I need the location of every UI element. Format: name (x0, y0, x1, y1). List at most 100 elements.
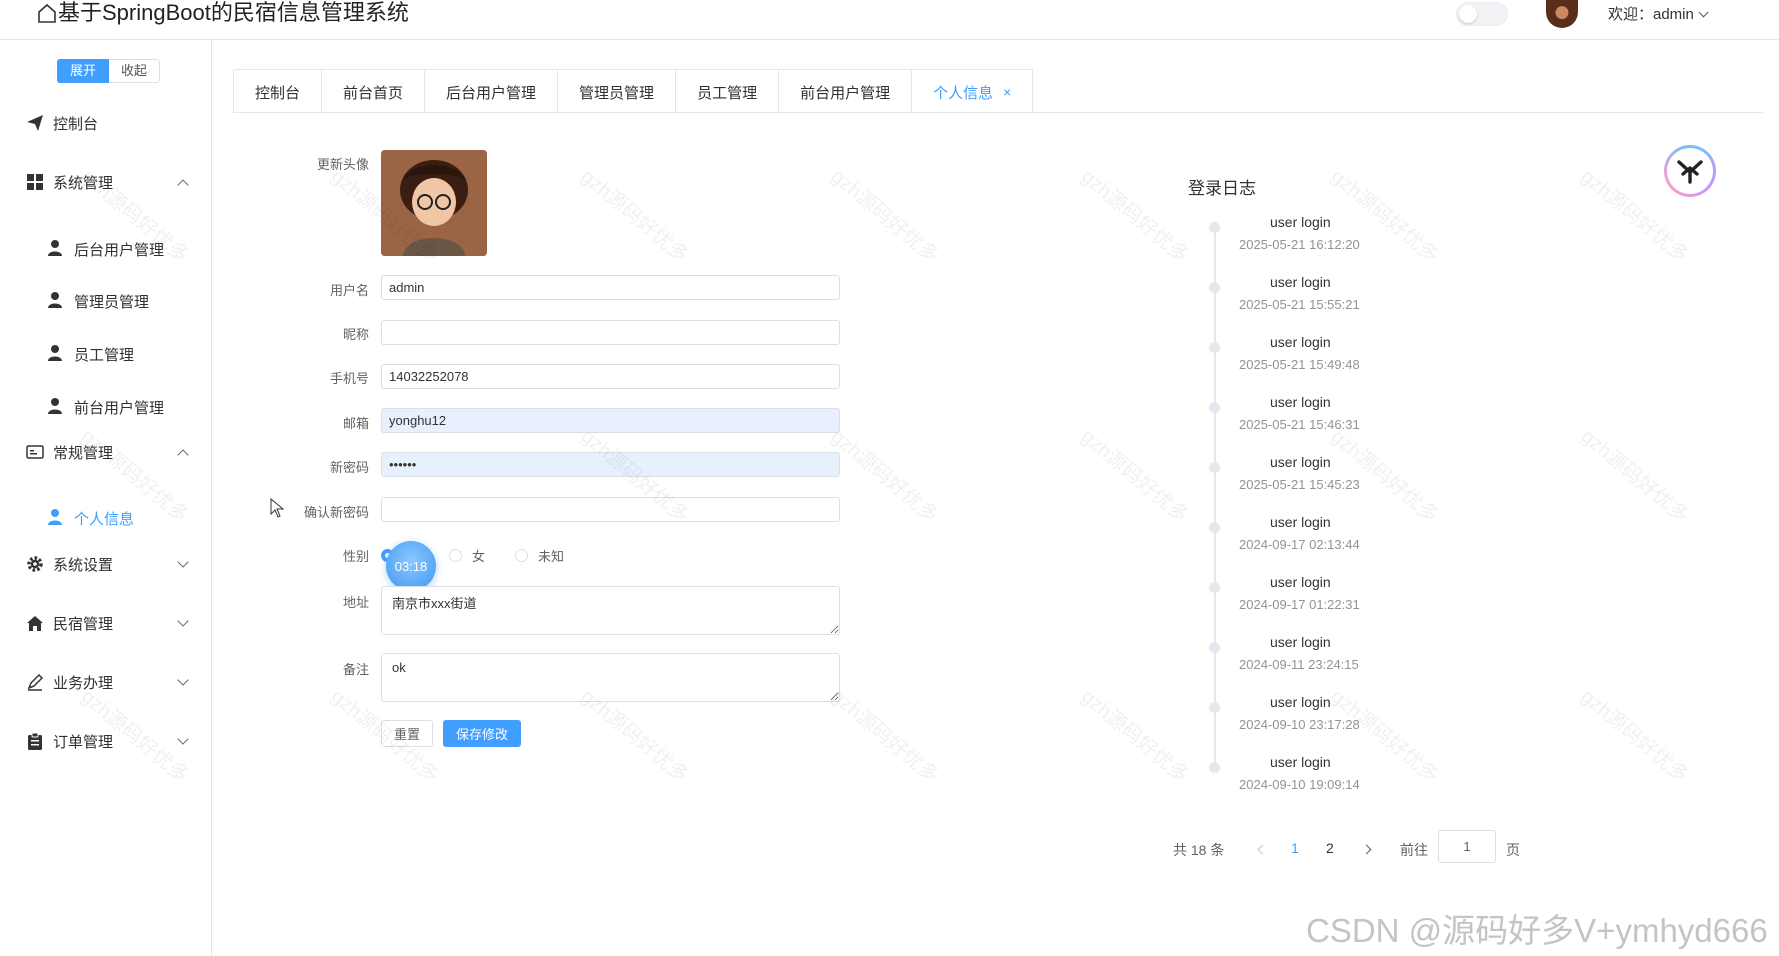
close-icon[interactable]: × (1003, 84, 1011, 100)
user-icon (48, 292, 62, 308)
collapse-button[interactable]: 收起 (109, 59, 161, 83)
welcome-text: 欢迎：admin (1608, 6, 1694, 23)
goto-label: 前往 (1400, 842, 1428, 858)
user-menu[interactable]: 欢迎：admin (1608, 3, 1709, 24)
log-message: user login (1270, 694, 1331, 710)
sidebar-item-label: 订单管理 (53, 733, 114, 751)
floating-timer-badge[interactable]: 03:18 (386, 541, 436, 591)
pen-icon (27, 673, 44, 691)
top-header: 基于SpringBoot的民宿信息管理系统 欢迎：admin (0, 0, 1779, 40)
log-time: 2025-05-21 15:49:48 (1239, 357, 1360, 372)
timeline-dot (1209, 462, 1220, 473)
phone-input[interactable] (381, 364, 840, 389)
sidebar-item-business[interactable]: 业务办理 (0, 662, 212, 702)
timeline-dot (1209, 762, 1220, 773)
page-2-button[interactable]: 2 (1326, 840, 1334, 856)
timeline-dot (1209, 582, 1220, 593)
nickname-label: 昵称 (342, 327, 369, 342)
reset-button[interactable]: 重置 (381, 720, 434, 747)
tab-divider (233, 112, 1763, 113)
chevron-right-icon[interactable] (1361, 844, 1372, 855)
username-input[interactable] (381, 275, 840, 300)
tab-label: 后台用户管理 (446, 84, 537, 102)
tab-label: 前台用户管理 (800, 84, 891, 102)
sidebar-item-system-mgmt[interactable]: 系统管理 (0, 162, 212, 202)
theme-toggle-knob (1459, 5, 1477, 23)
nickname-input[interactable] (381, 320, 840, 345)
tab-frontend-users[interactable]: 前台用户管理 (779, 70, 913, 114)
sidebar-item-staff-mgmt[interactable]: 员工管理 (0, 333, 212, 373)
csdn-watermark: CSDN @源码好多V+ymhyd666 (1306, 912, 1768, 949)
goto-page-input[interactable] (1438, 830, 1496, 863)
watermark-text: gzh源码好优多 (1076, 425, 1193, 528)
watermark-text: gzh源码好优多 (1576, 685, 1693, 788)
tab-backend-users[interactable]: 后台用户管理 (425, 70, 559, 114)
confirm-password-input[interactable] (381, 497, 840, 522)
timeline-dot (1209, 222, 1220, 233)
tab-front-home[interactable]: 前台首页 (322, 70, 426, 114)
save-button[interactable]: 保存修改 (443, 720, 522, 747)
sidebar-item-admin-mgmt[interactable]: 管理员管理 (0, 280, 212, 320)
sidebar-item-label: 系统管理 (53, 174, 114, 192)
watermark-text: gzh源码好优多 (826, 685, 943, 788)
log-message: user login (1270, 514, 1331, 530)
avatar-upload[interactable] (381, 150, 487, 256)
tab-staff-mgmt[interactable]: 员工管理 (676, 70, 780, 114)
tab-dashboard[interactable]: 控制台 (234, 70, 323, 114)
remark-textarea[interactable]: ok (381, 653, 840, 702)
sidebar-item-backend-users[interactable]: 后台用户管理 (0, 228, 212, 268)
logo-glyph-icon (1677, 160, 1703, 184)
page-tabs: 控制台 前台首页 后台用户管理 管理员管理 员工管理 前台用户管理 个人信息 × (233, 69, 1034, 114)
log-message: user login (1270, 634, 1331, 650)
expand-button[interactable]: 展开 (57, 59, 110, 83)
pagination-total: 共 18 条 (1173, 842, 1225, 858)
log-message: user login (1270, 574, 1331, 590)
tab-personal-info[interactable]: 个人信息 × (912, 70, 1033, 114)
sidebar-item-label: 业务办理 (53, 674, 114, 692)
new-password-label: 新密码 (329, 460, 369, 475)
timeline-item: user login 2024-09-17 02:13:44 (1208, 514, 1508, 574)
chevron-down-icon (177, 556, 189, 568)
sidebar-item-label: 系统设置 (53, 556, 114, 574)
tab-label: 前台首页 (343, 84, 404, 102)
user-icon (48, 398, 62, 414)
log-time: 2025-05-21 15:55:21 (1239, 297, 1360, 312)
timeline-item: user login 2024-09-11 23:24:15 (1208, 634, 1508, 694)
sidebar-item-label: 民宿管理 (53, 615, 114, 633)
timeline-item: user login 2024-09-10 23:17:28 (1208, 694, 1508, 754)
theme-toggle[interactable] (1456, 2, 1508, 26)
sidebar-item-dashboard[interactable]: 控制台 (0, 103, 212, 143)
sidebar-item-frontend-users[interactable]: 前台用户管理 (0, 386, 212, 426)
timeline-item: user login 2025-05-21 15:46:31 (1208, 394, 1508, 454)
radio-label: 女 (472, 549, 486, 564)
gender-radio-unknown[interactable]: 未知 (515, 546, 564, 565)
tab-admin-mgmt[interactable]: 管理员管理 (558, 70, 677, 114)
new-password-input[interactable] (381, 452, 840, 477)
sidebar-item-homestay-mgmt[interactable]: 民宿管理 (0, 603, 212, 643)
sidebar-item-orders[interactable]: 订单管理 (0, 721, 212, 761)
user-avatar[interactable] (1546, 0, 1578, 28)
page-1-button[interactable]: 1 (1291, 840, 1299, 856)
gender-label: 性别 (342, 549, 369, 564)
watermark-text: gzh源码好优多 (1076, 165, 1193, 268)
chevron-down-icon (177, 674, 189, 686)
sidebar-item-general-mgmt[interactable]: 常规管理 (0, 432, 212, 472)
clipboard-icon (28, 732, 42, 750)
paper-plane-icon (27, 115, 43, 131)
floating-logo-icon[interactable] (1664, 145, 1716, 197)
email-input[interactable] (381, 408, 840, 433)
address-textarea[interactable]: 南京市xxx街道 (381, 586, 840, 635)
gender-radio-female[interactable]: 女 (449, 546, 485, 565)
page-suffix: 页 (1506, 842, 1520, 858)
sidebar-item-system-settings[interactable]: 系统设置 (0, 544, 212, 584)
user-icon (48, 345, 62, 361)
chevron-up-icon (177, 179, 189, 191)
sidebar-item-personal-info[interactable]: 个人信息 (0, 497, 212, 537)
watermark-text: gzh源码好优多 (576, 165, 693, 268)
sidebar-item-label: 后台用户管理 (74, 242, 165, 259)
tab-label: 个人信息 (933, 84, 994, 102)
home-icon[interactable] (36, 2, 58, 24)
sidebar-item-label: 控制台 (53, 115, 99, 133)
chevron-left-icon[interactable] (1257, 844, 1268, 855)
log-time: 2024-09-10 23:17:28 (1239, 717, 1360, 732)
